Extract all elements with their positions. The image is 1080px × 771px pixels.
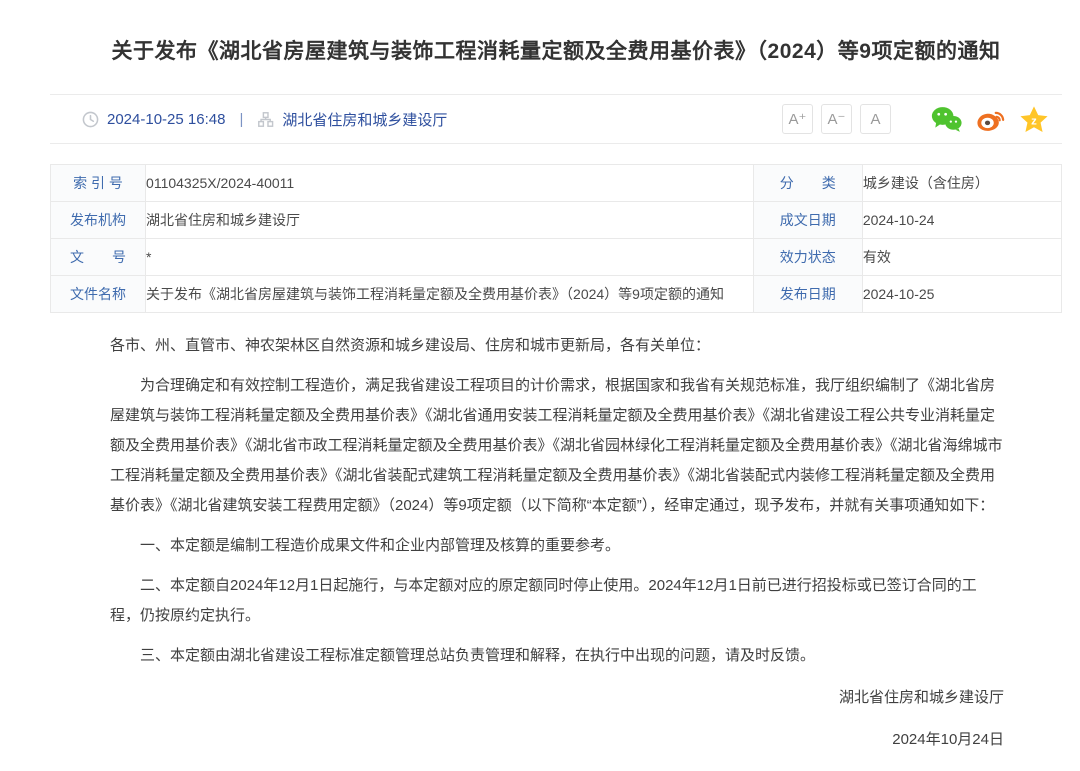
issuing-agency-value: 湖北省住房和城乡建设厅 [146, 202, 754, 239]
font-smaller-button[interactable]: A⁻ [821, 104, 852, 134]
publish-date-label: 发布日期 [753, 276, 862, 313]
salutation: 各市、州、直管市、神农架林区自然资源和城乡建设局、住房和城市更新局，各有关单位： [110, 331, 1004, 361]
table-row: 发布机构 湖北省住房和城乡建设厅 成文日期 2024-10-24 [51, 202, 1062, 239]
category-label: 分 类 [753, 165, 862, 202]
index-number-label: 索 引 号 [51, 165, 146, 202]
table-row: 文件名称 关于发布《湖北省房屋建筑与装饰工程消耗量定额及全费用基价表》（2024… [51, 276, 1062, 313]
table-row: 文 号 * 效力状态 有效 [51, 239, 1062, 276]
meta-separator: | [239, 111, 243, 128]
table-row: 索 引 号 01104325X/2024-40011 分 类 城乡建设（含住房） [51, 165, 1062, 202]
doc-number-value: * [146, 239, 754, 276]
font-reset-button[interactable]: A [860, 104, 891, 134]
wechat-share-icon[interactable] [931, 106, 962, 132]
svg-text:z: z [1031, 115, 1037, 127]
source-agency-link[interactable]: 湖北省住房和城乡建设厅 [282, 109, 447, 130]
clock-icon [82, 111, 99, 128]
index-number-value: 01104325X/2024-40011 [146, 165, 754, 202]
meta-left: 2024-10-25 16:48 | 湖北省住房和城乡建设厅 [82, 109, 447, 130]
signature-date: 2024年10月24日 [110, 725, 1004, 755]
qzone-share-icon[interactable]: z [1020, 106, 1048, 133]
organization-icon [257, 111, 274, 128]
written-date-value: 2024-10-24 [862, 202, 1061, 239]
document-body: 各市、州、直管市、神农架林区自然资源和城乡建设局、住房和城市更新局，各有关单位：… [50, 313, 1062, 755]
paragraph: 二、本定额自2024年12月1日起施行，与本定额对应的原定额同时停止使用。202… [110, 571, 1004, 631]
weibo-share-icon[interactable] [976, 106, 1006, 132]
page-title: 关于发布《湖北省房屋建筑与装饰工程消耗量定额及全费用基价表》（2024）等9项定… [50, 0, 1062, 67]
document-info-table: 索 引 号 01104325X/2024-40011 分 类 城乡建设（含住房）… [50, 164, 1062, 313]
written-date-label: 成文日期 [753, 202, 862, 239]
share-group: z [917, 106, 1048, 133]
doc-number-label: 文 号 [51, 239, 146, 276]
meta-bar: 2024-10-25 16:48 | 湖北省住房和城乡建设厅 A⁺ A⁻ A [50, 94, 1062, 144]
font-larger-button[interactable]: A⁺ [782, 104, 813, 134]
paragraph: 一、本定额是编制工程造价成果文件和企业内部管理及核算的重要参考。 [110, 531, 1004, 561]
publish-date-value: 2024-10-25 [862, 276, 1061, 313]
publish-datetime: 2024-10-25 16:48 [107, 111, 225, 128]
paragraph: 为合理确定和有效控制工程造价，满足我省建设工程项目的计价需求，根据国家和我省有关… [110, 371, 1004, 521]
issuing-agency-label: 发布机构 [51, 202, 146, 239]
paragraph: 三、本定额由湖北省建设工程标准定额管理总站负责管理和解释，在执行中出现的问题，请… [110, 641, 1004, 671]
signature-agency: 湖北省住房和城乡建设厅 [110, 683, 1004, 713]
meta-right: A⁺ A⁻ A [774, 104, 1048, 134]
validity-status-label: 效力状态 [753, 239, 862, 276]
document-page: 关于发布《湖北省房屋建筑与装饰工程消耗量定额及全费用基价表》（2024）等9项定… [0, 0, 1080, 771]
validity-status-value: 有效 [862, 239, 1061, 276]
doc-title-value: 关于发布《湖北省房屋建筑与装饰工程消耗量定额及全费用基价表》（2024）等9项定… [146, 276, 754, 313]
doc-title-label: 文件名称 [51, 276, 146, 313]
category-value: 城乡建设（含住房） [862, 165, 1061, 202]
